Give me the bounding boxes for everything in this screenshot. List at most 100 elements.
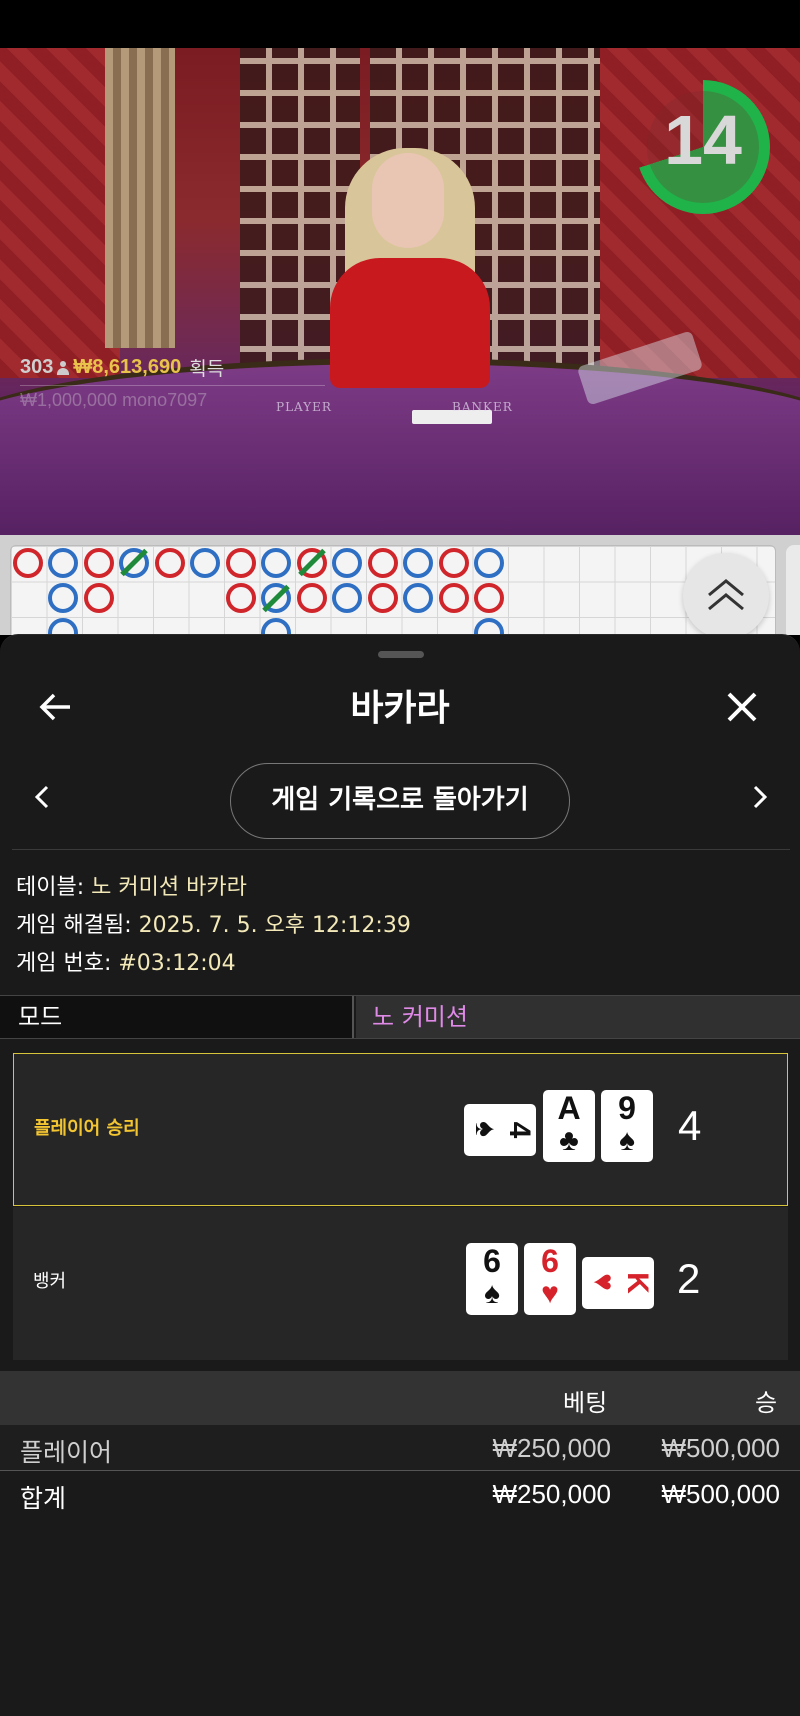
card-suit: ♥ xyxy=(587,1273,620,1291)
bead-player xyxy=(261,618,291,635)
next-game-button[interactable] xyxy=(744,777,774,817)
card-rank: 9 xyxy=(618,1090,636,1126)
double-chevron-up-icon xyxy=(708,579,744,611)
bead-banker xyxy=(226,548,256,578)
bet-name: 플레이어 xyxy=(20,1438,113,1467)
curtain xyxy=(105,48,175,348)
countdown-timer: 14 xyxy=(664,101,742,179)
total-bet: ₩250,000 xyxy=(492,1479,611,1509)
wall-panel xyxy=(0,48,120,378)
bead-banker xyxy=(474,583,504,613)
winner-ticker: ₩1,000,000 mono7097 xyxy=(20,390,208,410)
close-icon xyxy=(727,692,757,722)
bead-player xyxy=(261,548,291,578)
bet-column-header: 베팅 xyxy=(563,1389,608,1417)
card-suit: ♥ xyxy=(541,1277,559,1310)
card-rank: 6 xyxy=(541,1243,559,1279)
chevron-left-icon xyxy=(34,785,49,809)
resolved-info: 게임 해결됨: 2025. 7. 5. 오후 12:12:39 xyxy=(16,907,411,939)
previous-game-button[interactable] xyxy=(28,777,58,817)
mode-row: 모드 노 커미션 xyxy=(0,995,800,1039)
card-suit: ♠ xyxy=(484,1277,500,1310)
chevron-right-icon xyxy=(753,785,768,809)
playing-card: 6 ♠ xyxy=(466,1243,518,1315)
winners-summary: 303 ₩8,613,690 획득 xyxy=(20,354,224,381)
bead-player xyxy=(190,548,220,578)
bead-player xyxy=(403,583,433,613)
win-amount: ₩500,000 xyxy=(661,1433,780,1463)
player-score: 4 xyxy=(678,1102,702,1149)
banker-score: 2 xyxy=(677,1255,701,1302)
card-rank: 6 xyxy=(483,1243,501,1279)
playing-card: 9 ♠ xyxy=(601,1090,653,1162)
bead-player xyxy=(403,548,433,578)
bead-banker xyxy=(297,583,327,613)
info-value: 2025. 7. 5. 오후 12:12:39 xyxy=(138,913,411,938)
back-to-history-button[interactable]: 게임 기록으로 돌아가기 xyxy=(230,763,570,839)
card-suit: ♠ xyxy=(619,1124,635,1157)
mode-label: 모드 xyxy=(0,996,354,1038)
felt-banker-text: BANKER xyxy=(452,400,513,414)
bead-banker xyxy=(84,583,114,613)
playing-card: 4 ♠ xyxy=(464,1104,536,1156)
road-map[interactable] xyxy=(0,535,800,635)
divider xyxy=(20,385,325,386)
expand-button[interactable] xyxy=(683,553,769,639)
player-hand: 플레이어 승리 4 ♠ A ♣ 9 ♠ 4 xyxy=(13,1053,788,1206)
dealer-face xyxy=(372,153,444,248)
banker-hand: 뱅커 6 ♠ 6 ♥ K ♥ 2 xyxy=(13,1207,788,1360)
info-value: 노 커미션 바카라 xyxy=(91,875,247,900)
info-label: 게임 해결됨: xyxy=(16,913,139,938)
info-label: 게임 번호: xyxy=(16,951,119,976)
total-win: ₩500,000 xyxy=(661,1479,780,1509)
card-rank: A xyxy=(557,1090,581,1126)
winners-count: 303 xyxy=(20,356,54,378)
bead-banker xyxy=(84,548,114,578)
next-panel-edge xyxy=(786,545,800,635)
card-rank: K xyxy=(621,1272,654,1294)
bead-banker xyxy=(439,583,469,613)
card-suit: ♣ xyxy=(559,1124,579,1157)
winners-label: 획득 xyxy=(189,359,225,380)
info-value: #03:12:04 xyxy=(118,951,236,976)
playing-card: K ♥ xyxy=(582,1257,654,1309)
bead-road-grid xyxy=(10,545,776,635)
bead-banker xyxy=(368,583,398,613)
status-bar xyxy=(0,0,800,48)
bead-player xyxy=(48,548,78,578)
felt-player-text: PLAYER xyxy=(276,400,332,414)
bead-player xyxy=(474,548,504,578)
sheet-grabber[interactable] xyxy=(378,651,424,658)
win-column-header: 승 xyxy=(755,1389,778,1417)
bead-banker xyxy=(13,548,43,578)
bets-table-header: 베팅 승 xyxy=(0,1371,800,1425)
game-number-info: 게임 번호: #03:12:04 xyxy=(16,945,236,977)
person-icon xyxy=(57,360,70,375)
playing-card: 6 ♥ xyxy=(524,1243,576,1315)
close-button[interactable] xyxy=(722,687,766,731)
info-label: 테이블: xyxy=(16,875,92,900)
card-rank: 4 xyxy=(503,1121,536,1139)
divider xyxy=(12,849,790,850)
bet-amount: ₩250,000 xyxy=(492,1433,611,1463)
bead-banker xyxy=(155,548,185,578)
bead-player xyxy=(48,618,78,635)
game-history-sheet: 바카라 게임 기록으로 돌아가기 테이블: 노 커미션 바카라 게임 해결됨: … xyxy=(0,634,800,1716)
mode-value: 노 커미션 xyxy=(356,996,800,1038)
bead-player xyxy=(474,618,504,635)
player-hand-label: 플레이어 승리 xyxy=(34,1118,140,1139)
total-row: 합계 ₩250,000 ₩500,000 xyxy=(0,1471,800,1517)
dealer-body xyxy=(330,258,490,388)
banker-hand-label: 뱅커 xyxy=(33,1271,67,1292)
sheet-title: 바카라 xyxy=(350,688,450,729)
total-label: 합계 xyxy=(20,1484,67,1513)
bead-player xyxy=(48,583,78,613)
bead-player xyxy=(332,583,362,613)
bead-player xyxy=(332,548,362,578)
bead-banker xyxy=(439,548,469,578)
bead-banker xyxy=(368,548,398,578)
table-info: 테이블: 노 커미션 바카라 xyxy=(16,869,247,901)
winners-amount: ₩8,613,690 xyxy=(73,356,182,378)
playing-card: A ♣ xyxy=(543,1090,595,1162)
bead-banker xyxy=(226,583,256,613)
